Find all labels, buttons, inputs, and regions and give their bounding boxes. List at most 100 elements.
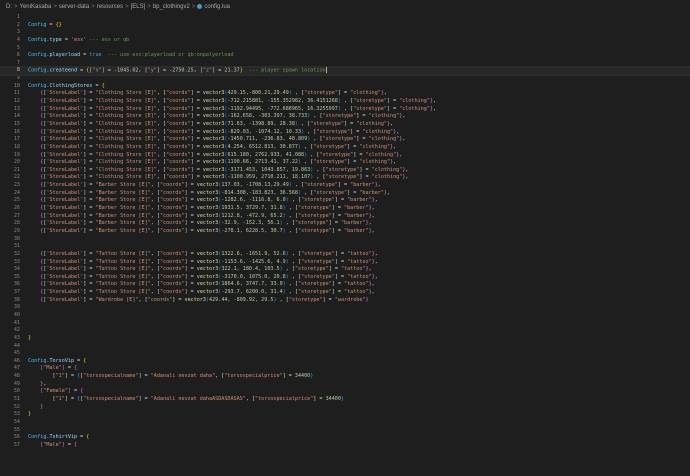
code-line[interactable]: 57 ["Male"] = { (0, 442, 690, 450)
code-line[interactable]: 36 {['StoreLabel'] = "Tattoo Store [E]",… (0, 281, 690, 289)
breadcrumb-separator: > (147, 4, 151, 10)
breadcrumb-segment[interactable]: resources (97, 4, 123, 10)
code-token: 322.1, 180.4, 103.5 (221, 266, 280, 273)
code-line[interactable]: 16 {['StoreLabel'] = "Clothing Store [E]… (0, 129, 690, 137)
code-line[interactable]: 32 {['StoreLabel'] = "Tattoo Store [E]",… (0, 251, 690, 259)
code-token: ] = (282, 373, 295, 380)
code-line[interactable]: 9 (0, 75, 690, 83)
code-line[interactable]: 35 {['StoreLabel'] = "Tattoo Store [E]",… (0, 274, 690, 282)
code-line[interactable]: 48 ["1"] = {["torsospecialname"] = "Adan… (0, 373, 690, 381)
code-token: = (74, 357, 84, 364)
code-line[interactable]: 6 Config.playerload = true --- use esx:pl… (0, 52, 690, 60)
code-line[interactable]: 42 (0, 327, 690, 335)
code-line[interactable]: 41 (0, 320, 690, 328)
code-line[interactable]: 52 } (0, 404, 690, 412)
code-line[interactable]: 40 (0, 312, 690, 320)
code-line[interactable]: 24 {['StoreLabel'] = "Barber Store [E]",… (0, 190, 690, 198)
code-line[interactable]: 1 (0, 14, 690, 22)
code-token: ] = (83, 113, 96, 120)
code-line[interactable]: 13 {['StoreLabel'] = "Clothing Store [E]… (0, 106, 690, 114)
code-token: 'StoreLabel' (46, 212, 84, 219)
code-token: , [ (340, 105, 354, 112)
code-line[interactable]: 39 (0, 304, 690, 312)
code-line[interactable]: 27 {['StoreLabel'] = "Barber Store [E]",… (0, 213, 690, 221)
code-line[interactable]: 34 {['StoreLabel'] = "Tattoo Store [E]",… (0, 266, 690, 274)
code-line[interactable]: 47 ["Male"] = { (0, 365, 690, 373)
code-line[interactable]: 20 {['StoreLabel'] = "Clothing Store [E]… (0, 159, 690, 167)
code-line[interactable]: 31 (0, 243, 690, 251)
code-line[interactable]: 38 {['StoreLabel'] = "Wardrobe [E]", ["c… (0, 297, 690, 305)
breadcrumb-file[interactable]: config.lua (204, 4, 230, 10)
code-token: vector3 (202, 120, 225, 127)
code-line[interactable]: 19 {['StoreLabel'] = "Clothing Store [E]… (0, 152, 690, 160)
code-line[interactable]: 28 {['StoreLabel'] = "Barber Store [E]",… (0, 220, 690, 228)
code-token: ] = (190, 98, 203, 105)
code-editor[interactable]: 1 2 Config = {} 3 4 Config.type = 'esx' --- e… (0, 14, 690, 450)
line-code: {['StoreLabel'] = "Clothing Store [E]", … (28, 159, 690, 167)
code-line[interactable]: 46 Config.TorsoVip = { (0, 358, 690, 366)
code-line[interactable]: 55 (0, 427, 690, 435)
code-line[interactable]: 25 {['StoreLabel'] = "Barber Store [E]",… (0, 197, 690, 205)
code-token: = (61, 36, 71, 43)
code-line[interactable]: 12 {['StoreLabel'] = "Clothing Store [E]… (0, 98, 690, 106)
breadcrumb-segment[interactable]: bp_clothingv2 (153, 4, 190, 10)
code-line[interactable]: 54 (0, 419, 690, 427)
breadcrumb[interactable]: D: > YeniKasaba > server-data > resources > [ELS… (0, 0, 690, 14)
line-number: 48 (13, 373, 20, 380)
code-line[interactable]: 8 Config.createend = {["x"] = -1045.02, [… (0, 66, 690, 77)
code-line[interactable]: 30 (0, 236, 690, 244)
code-line[interactable]: 56 Config.TshirtVip = { (0, 434, 690, 442)
code-token: "Tattoo Store [E]" (95, 250, 151, 257)
code-token: } (365, 296, 369, 303)
code-line[interactable]: 37 {['StoreLabel'] = "Tattoo Store [E]",… (0, 289, 690, 297)
line-number: 10 (13, 82, 20, 89)
breadcrumb-segment[interactable]: server-data (59, 4, 89, 10)
code-line[interactable]: 14 {['StoreLabel'] = "Clothing Store [E]… (0, 113, 690, 121)
code-line[interactable]: 17 {['StoreLabel'] = "Clothing Store [E]… (0, 136, 690, 144)
line-number: 49 (13, 380, 20, 387)
code-token: ] = (328, 266, 341, 273)
line-number: 4 (16, 36, 20, 43)
code-line[interactable]: 7 (0, 60, 690, 68)
code-line[interactable]: 29 {['StoreLabel'] = "Barber Store [E]",… (0, 228, 690, 236)
code-line[interactable]: 2 Config = {} (0, 22, 690, 30)
code-line[interactable]: 11 {['StoreLabel'] = "Clothing Store [E]… (0, 90, 690, 98)
code-line[interactable]: 51 ["1"] = {["torsospecialname"] = "Adan… (0, 396, 690, 404)
breadcrumb-segment[interactable]: D: (6, 4, 12, 10)
code-line[interactable]: 49 }, (0, 381, 690, 389)
code-line[interactable]: 4 Config.type = 'esx' --- esx or qb (0, 37, 690, 45)
code-line[interactable]: 26 {['StoreLabel'] = "Barber Store [E]",… (0, 205, 690, 213)
line-code: {['StoreLabel'] = "Tattoo Store [E]", ["… (28, 259, 690, 267)
breadcrumb-segment[interactable]: YeniKasaba (20, 4, 52, 10)
code-token: --- esx or qb (86, 36, 130, 43)
line-number: 15 (13, 120, 20, 127)
code-line[interactable]: 23 {['StoreLabel'] = "Barber Store [E]",… (0, 182, 690, 190)
code-token: 'StoreLabel' (46, 250, 84, 257)
code-token: -1153.6, -1425.6, 4.9 (221, 258, 286, 265)
code-token: "clothing" (371, 174, 403, 181)
code-line[interactable]: 33 {['StoreLabel'] = "Tattoo Store [E]",… (0, 259, 690, 267)
code-line[interactable]: 53} (0, 411, 690, 419)
code-line[interactable]: 45 (0, 350, 690, 358)
breadcrumb-segment[interactable]: [ELS] (131, 4, 146, 10)
code-line[interactable]: 15 {['StoreLabel'] = "Clothing Store [E]… (0, 121, 690, 129)
code-line[interactable]: 10 Config.ClothingStores = { (0, 83, 690, 91)
code-token: ] = (337, 90, 351, 97)
code-token: , (405, 174, 409, 181)
code-line[interactable]: 21 {['StoreLabel'] = "Clothing Store [E]… (0, 167, 690, 175)
code-token: ] = (190, 105, 203, 112)
code-token: "storetype" (304, 182, 338, 189)
code-line[interactable]: 43} (0, 335, 690, 343)
line-code: Config.type = 'esx' --- esx or qb (28, 37, 690, 45)
code-token: 1190.66, 2713.41, 37.22 (227, 159, 298, 166)
code-line[interactable]: 18 {['StoreLabel'] = "Clothing Store [E]… (0, 144, 690, 152)
code-line[interactable]: 44 (0, 343, 690, 351)
code-line[interactable]: 22 {['StoreLabel'] = "Clothing Store [E]… (0, 174, 690, 182)
code-line[interactable]: 5 (0, 45, 690, 53)
code-token: 'StoreLabel' (46, 128, 84, 135)
code-token: 'StoreLabel' (46, 90, 84, 97)
code-line[interactable]: 50 ["Female"] = { (0, 388, 690, 396)
code-line[interactable]: 3 (0, 29, 690, 37)
line-code: {['StoreLabel'] = "Tattoo Store [E]", ["… (28, 289, 690, 297)
